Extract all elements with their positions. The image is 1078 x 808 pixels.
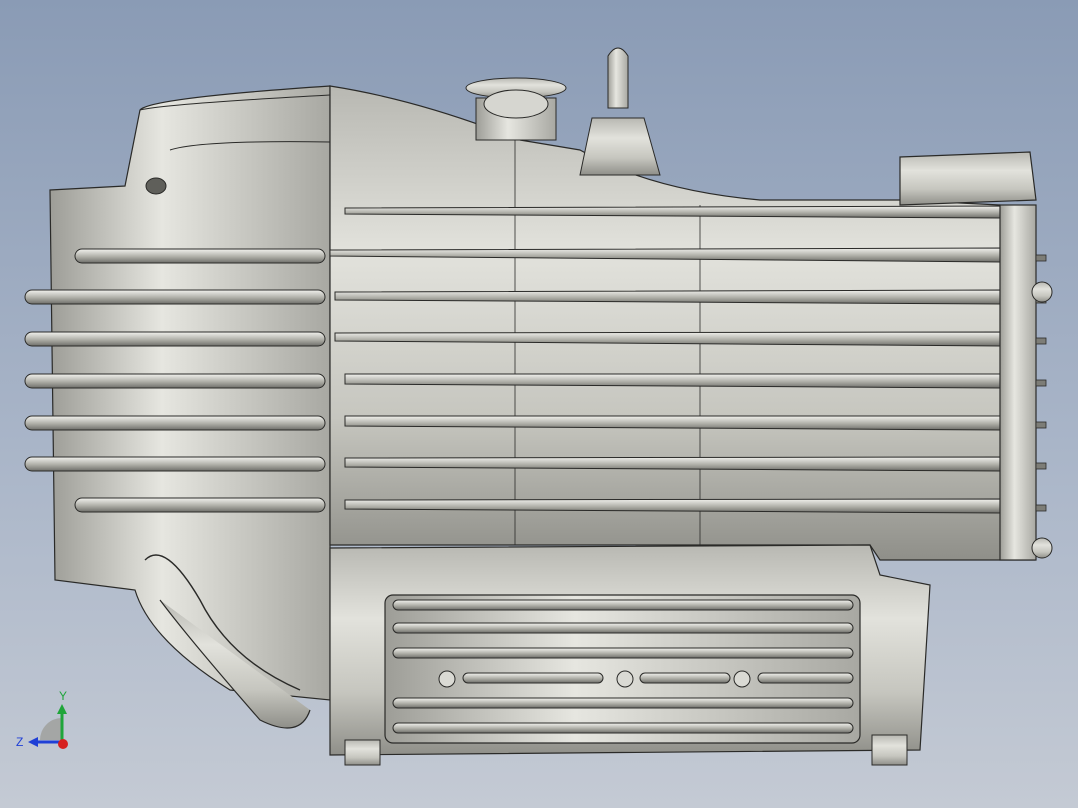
z-axis-arrowhead xyxy=(28,737,38,747)
lifting-eye xyxy=(579,47,661,176)
y-axis-arrowhead xyxy=(57,704,67,714)
x-axis-origin xyxy=(58,739,68,749)
left-end-cap xyxy=(49,85,331,729)
top-inlet-port xyxy=(465,77,567,141)
base-cover xyxy=(329,544,931,766)
cad-viewport[interactable]: Y Z xyxy=(0,0,1078,808)
y-axis-label: Y xyxy=(59,689,67,703)
z-axis-label: Z xyxy=(16,735,23,749)
view-orientation-triad[interactable]: Y Z xyxy=(16,689,68,749)
